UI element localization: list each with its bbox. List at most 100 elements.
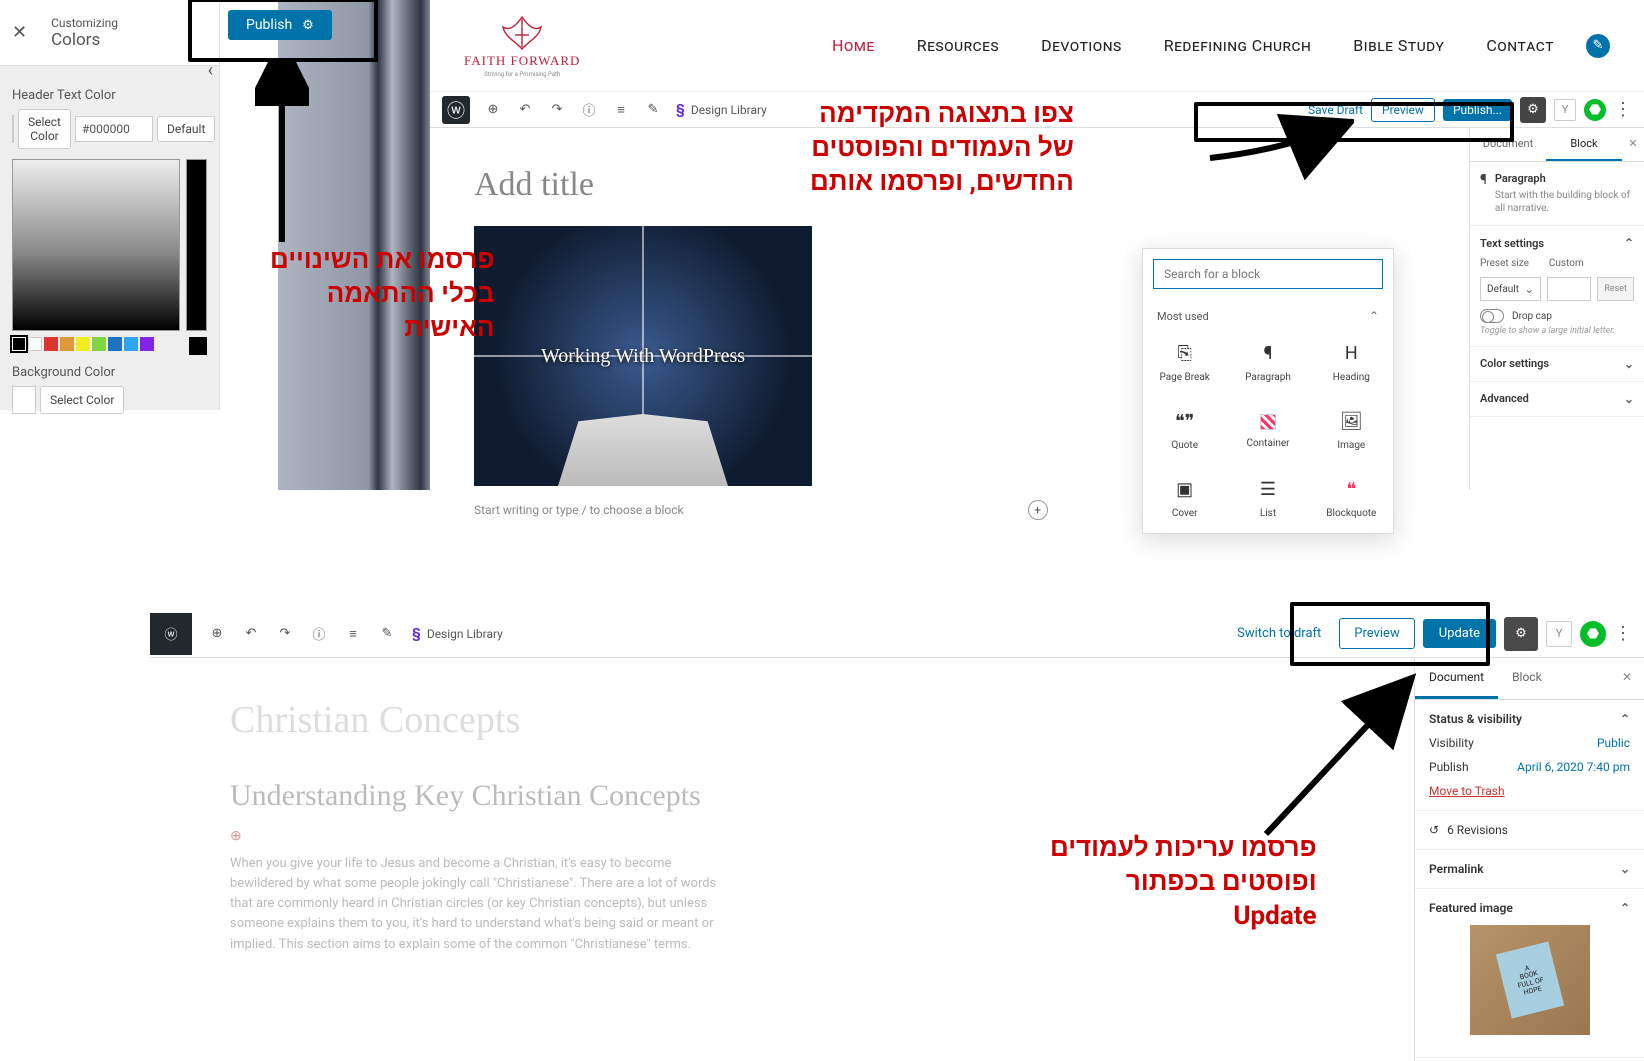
tab-block[interactable]: Block [1546, 128, 1622, 161]
block-pagebreak[interactable]: ⎘Page Break [1143, 329, 1226, 397]
outline-icon[interactable]: ≡ [344, 625, 362, 643]
post-title[interactable]: Christian Concepts [230, 698, 1334, 742]
chip-orange[interactable] [60, 337, 74, 351]
block-list[interactable]: ☰List [1226, 465, 1309, 533]
cover-block[interactable]: Working With WordPress [474, 226, 812, 486]
site-logo[interactable]: FAITH FORWARD Striving for a Promising P… [464, 13, 580, 78]
block-cover[interactable]: ▣Cover [1143, 465, 1226, 533]
back-chevron-icon[interactable]: ‹ [208, 60, 213, 81]
nav-home[interactable]: Home [832, 36, 875, 55]
undo-icon[interactable]: ↶ [242, 625, 260, 643]
start-writing-placeholder[interactable]: Start writing or type / to choose a bloc… [474, 503, 684, 517]
post-body[interactable]: When you give your life to Jesus and bec… [230, 854, 730, 955]
bg-swatch [12, 386, 36, 414]
editor-new-post: FAITH FORWARD Striving for a Promising P… [430, 0, 1644, 490]
chip-cyan[interactable] [124, 337, 138, 351]
block-paragraph[interactable]: ¶Paragraph [1226, 329, 1309, 397]
block-heading[interactable]: HHeading [1310, 329, 1393, 397]
nav-bible[interactable]: Bible Study [1353, 36, 1444, 55]
preset-select[interactable]: Default⌄ [1480, 277, 1541, 301]
stackable-icon: § [676, 102, 685, 118]
select-color-button[interactable]: Select Color [18, 109, 71, 149]
settings-gear-icon[interactable]: ⚙ [1504, 617, 1538, 651]
more-menu-icon[interactable]: ⋮ [1614, 99, 1632, 120]
site-header: FAITH FORWARD Striving for a Promising P… [430, 0, 1644, 92]
chip-blue[interactable] [108, 337, 122, 351]
redo-icon[interactable]: ↷ [548, 101, 566, 119]
reset-button[interactable]: Reset [1597, 277, 1634, 301]
yoast-icon[interactable]: Y [1554, 99, 1576, 121]
revisions-row[interactable]: ↺6 Revisions [1415, 811, 1644, 850]
chip-red[interactable] [44, 337, 58, 351]
block-search-input[interactable]: Search for a block [1153, 259, 1383, 289]
dropcap-toggle[interactable] [1480, 309, 1504, 323]
info-icon[interactable]: ⓘ [310, 625, 328, 643]
chip-purple[interactable] [140, 337, 154, 351]
close-sidebar-icon[interactable]: ✕ [1622, 128, 1644, 161]
default-button[interactable]: Default [157, 116, 215, 142]
redo-icon[interactable]: ↷ [276, 625, 294, 643]
block-container[interactable]: Container [1226, 397, 1309, 465]
chip-yellow[interactable] [76, 337, 90, 351]
header-text-color-label: Header Text Color [12, 88, 207, 103]
add-block-icon[interactable]: ⊕ [208, 625, 226, 643]
bg-select-color-button[interactable]: Select Color [40, 386, 124, 414]
book-cover-text: A BOOK FULL OF HOPE [1495, 941, 1563, 1018]
block-blockquote[interactable]: ❝Blockquote [1310, 465, 1393, 533]
edit-shortcut-icon[interactable]: ✎ [1586, 34, 1610, 58]
close-icon[interactable]: ✕ [12, 22, 27, 43]
block-image[interactable]: 🖼Image [1310, 397, 1393, 465]
editor-existing-post: ⓦ ⊕ ↶ ↷ ⓘ ≡ ✎ §Design Library Switch to … [150, 610, 1644, 1061]
jetpack-icon[interactable]: ⬣ [1580, 621, 1606, 647]
advanced-section[interactable]: Advanced⌄ [1470, 382, 1644, 417]
status-visibility-header[interactable]: Status & visibility⌃ [1429, 712, 1630, 726]
permalink-header[interactable]: Permalink⌄ [1429, 862, 1630, 876]
brand-tagline: Striving for a Promising Path [484, 71, 560, 78]
publish-date[interactable]: April 6, 2020 7:40 pm [1517, 760, 1630, 774]
wp-logo-icon[interactable]: ⓦ [150, 613, 192, 655]
most-used-header[interactable]: Most used⌃ [1143, 299, 1393, 329]
nav-contact[interactable]: Contact [1486, 36, 1554, 55]
annotation-2: צפו בתצוגה המקדימה של העמודים והפוסטים ה… [810, 98, 1074, 199]
visibility-value[interactable]: Public [1597, 736, 1630, 750]
jetpack-icon[interactable]: ⬣ [1584, 99, 1606, 121]
outline-icon[interactable]: ≡ [612, 101, 630, 119]
editor2-sidebar: Document Block ✕ Status & visibility⌃ Vi… [1414, 658, 1644, 1061]
design-library-button[interactable]: §Design Library [676, 102, 767, 118]
nav-redefining[interactable]: Redefining Church [1164, 36, 1312, 55]
custom-size-input[interactable] [1547, 277, 1591, 301]
hue-bar[interactable] [186, 159, 207, 331]
color-gradient[interactable] [12, 159, 180, 331]
add-block-icon[interactable]: ⊕ [484, 101, 502, 119]
chip-green[interactable] [92, 337, 106, 351]
annotation-1: פרסמו את השינויים בכלי ההתאמה האישית [270, 244, 494, 345]
customizer-panel: ✕ Customizing Colors ‹ Header Text Color… [0, 0, 220, 410]
yoast-icon[interactable]: Y [1546, 621, 1572, 647]
more-menu-icon[interactable]: ⋮ [1614, 623, 1632, 644]
nav-devotions[interactable]: Devotions [1041, 36, 1122, 55]
add-block-inline-icon[interactable]: + [1028, 500, 1048, 520]
featured-image-header[interactable]: Featured image⌃ [1429, 901, 1630, 915]
publish-label: Publish [1429, 760, 1469, 774]
chip-white[interactable] [28, 337, 42, 351]
hex-input[interactable] [75, 116, 153, 142]
chip-black[interactable] [12, 337, 26, 351]
move-to-trash[interactable]: Move to Trash [1429, 784, 1505, 798]
close-sidebar-icon[interactable]: ✕ [1610, 658, 1644, 699]
nav-resources[interactable]: Resources [917, 36, 999, 55]
tab-block[interactable]: Block [1498, 658, 1556, 699]
text-settings-header[interactable]: Text settings⌃ [1480, 236, 1634, 250]
block-quote[interactable]: ❝❞Quote [1143, 397, 1226, 465]
post-subtitle[interactable]: Understanding Key Christian Concepts [230, 778, 1334, 814]
settings-gear-icon[interactable]: ⚙ [1520, 97, 1546, 123]
custom-label: Custom [1549, 258, 1584, 269]
pencil-icon[interactable]: ✎ [378, 625, 396, 643]
paragraph-desc: Start with the building block of all nar… [1495, 189, 1634, 215]
undo-icon[interactable]: ↶ [516, 101, 534, 119]
featured-image-thumb[interactable]: A BOOK FULL OF HOPE [1470, 925, 1590, 1035]
color-settings-section[interactable]: Color settings⌄ [1470, 347, 1644, 382]
design-library-button[interactable]: §Design Library [412, 626, 503, 642]
wp-logo-icon[interactable]: ⓦ [442, 96, 470, 124]
pencil-icon[interactable]: ✎ [644, 101, 662, 119]
info-icon[interactable]: ⓘ [580, 101, 598, 119]
